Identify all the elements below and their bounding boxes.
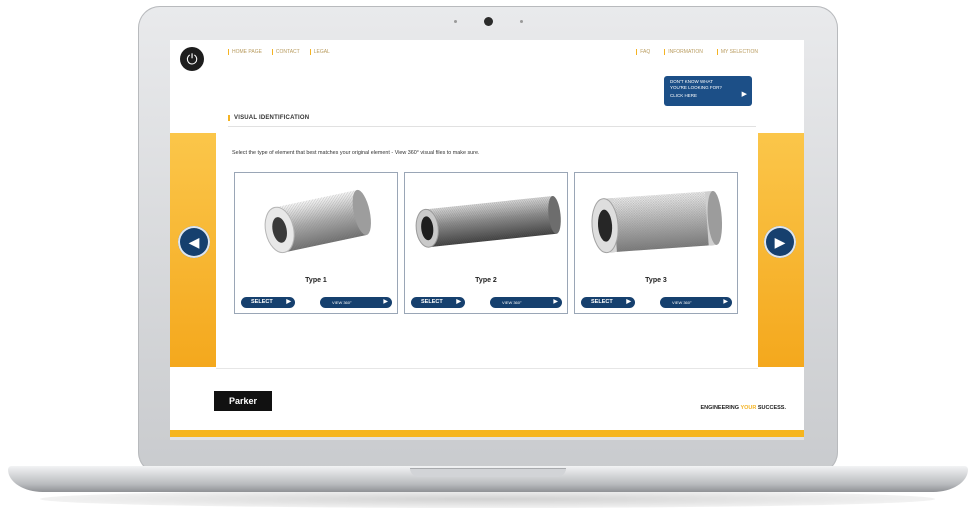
- tagline-end: SUCCESS.: [756, 405, 786, 411]
- product-card-type-3: Type 3 SELECT ▶ VIEW 360° ▶: [574, 172, 738, 314]
- footer-rule: [170, 437, 804, 440]
- play-arrow-icon: ▶: [626, 299, 631, 305]
- top-nav-right: FAQ INFORMATION MY SELECTION: [636, 49, 758, 55]
- play-arrow-icon: ▶: [383, 299, 388, 305]
- chevron-left-icon[interactable]: ◀: [178, 226, 210, 258]
- parker-logo: Parker: [214, 391, 272, 411]
- view-label: VIEW 360°: [332, 300, 352, 305]
- select-button[interactable]: SELECT ▶: [411, 297, 465, 308]
- nav-my-selection[interactable]: MY SELECTION: [716, 49, 758, 55]
- select-label: SELECT: [591, 299, 613, 305]
- nav-contact[interactable]: CONTACT: [271, 49, 300, 55]
- tagline-accent: YOUR: [740, 405, 757, 411]
- help-line-3: CLICK HERE: [670, 93, 698, 98]
- chevron-right-icon[interactable]: ▶: [764, 226, 796, 258]
- select-label: SELECT: [421, 299, 443, 305]
- section-title: VISUAL IDENTIFICATION: [228, 115, 309, 121]
- card-label: Type 3: [645, 277, 667, 284]
- help-button[interactable]: DON'T KNOW WHAT YOU'RE LOOKING FOR? CLIC…: [664, 76, 752, 106]
- nav-faq[interactable]: FAQ: [636, 49, 650, 55]
- laptop-notch: [410, 468, 566, 477]
- laptop-shadow: [40, 490, 935, 508]
- select-button[interactable]: SELECT ▶: [581, 297, 635, 308]
- view-360-button[interactable]: VIEW 360° ▶: [490, 297, 562, 308]
- sensor-dot: [520, 20, 523, 23]
- product-card-type-1: Type 1 SELECT ▶ VIEW 360° ▶: [234, 172, 398, 314]
- power-icon[interactable]: ⏻: [180, 47, 204, 71]
- divider: [228, 126, 756, 127]
- divider: [216, 368, 758, 369]
- instruction-text: Select the type of element that best mat…: [232, 150, 480, 156]
- play-arrow-icon: ▶: [553, 299, 558, 305]
- nav-information[interactable]: INFORMATION: [664, 49, 703, 55]
- filter-element-image: [591, 191, 723, 254]
- select-button[interactable]: SELECT ▶: [241, 297, 295, 308]
- nav-legal[interactable]: LEGAL: [309, 49, 330, 55]
- card-label: Type 2: [475, 277, 497, 284]
- sensor-dot: [454, 20, 457, 23]
- filter-element-image: [264, 189, 371, 254]
- play-arrow-icon: ▶: [723, 299, 728, 305]
- view-label: VIEW 360°: [672, 300, 692, 305]
- play-arrow-icon: ▶: [741, 91, 747, 98]
- help-line-2: YOU'RE LOOKING FOR?: [670, 85, 722, 90]
- card-label: Type 1: [305, 277, 327, 284]
- select-label: SELECT: [251, 299, 273, 305]
- screen: ⏻ HOME PAGE CONTACT LEGAL FAQ INFORMATIO…: [170, 40, 804, 440]
- filter-element-image: [415, 195, 561, 248]
- webcam: [484, 17, 493, 26]
- play-arrow-icon: ▶: [456, 299, 461, 305]
- view-360-button[interactable]: VIEW 360° ▶: [660, 297, 732, 308]
- nav-home[interactable]: HOME PAGE: [228, 49, 262, 55]
- view-360-button[interactable]: VIEW 360° ▶: [320, 297, 392, 308]
- footer-strip: [170, 430, 804, 437]
- view-label: VIEW 360°: [502, 300, 522, 305]
- tagline: ENGINEERING YOUR SUCCESS.: [701, 405, 786, 411]
- top-nav-left: HOME PAGE CONTACT LEGAL: [228, 49, 330, 55]
- play-arrow-icon: ▶: [286, 299, 291, 305]
- tagline-start: ENGINEERING: [700, 405, 741, 411]
- product-card-type-2: Type 2 SELECT ▶ VIEW 360° ▶: [404, 172, 568, 314]
